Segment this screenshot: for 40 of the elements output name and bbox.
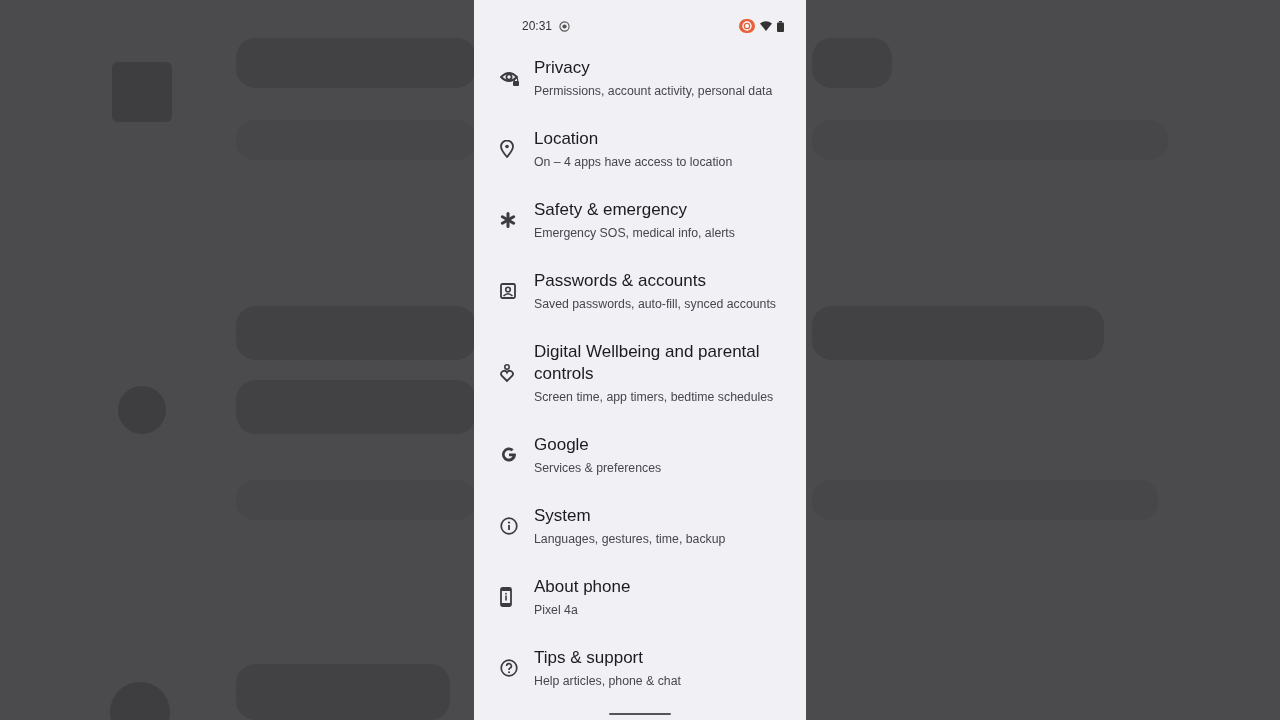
item-title: About phone xyxy=(534,575,631,598)
settings-item[interactable]: About phone Pixel 4a xyxy=(474,561,806,632)
item-title: Passwords & accounts xyxy=(534,269,707,292)
item-subtitle: Emergency SOS, medical info, alerts xyxy=(534,224,735,241)
item-subtitle: Services & preferences xyxy=(534,459,662,476)
battery-icon xyxy=(777,20,784,32)
settings-item[interactable]: Safety & emergency Emergency SOS, medical info, alerts xyxy=(474,184,806,255)
phone-info-icon xyxy=(500,586,512,607)
item-title: Location xyxy=(534,127,600,150)
map-pin-icon xyxy=(500,139,514,158)
item-subtitle: Saved passwords, auto-fill, synced accounts xyxy=(534,295,776,312)
status-time: 20:31 xyxy=(522,19,553,33)
person-heart-icon xyxy=(500,363,514,382)
account-box-icon xyxy=(500,282,516,299)
asterisk-icon xyxy=(500,211,516,228)
item-subtitle: Languages, gestures, time, backup xyxy=(534,530,726,547)
info-icon xyxy=(500,516,518,535)
wifi-icon xyxy=(760,21,772,31)
google-g-icon xyxy=(500,445,518,464)
record-dot-icon xyxy=(559,20,571,32)
settings-item[interactable]: Tips & support Help articles, phone & chat xyxy=(474,632,806,703)
item-title: Google xyxy=(534,433,590,456)
item-title: Tips & support xyxy=(534,646,644,669)
settings-item[interactable]: Privacy Permissions, account activity, personal data xyxy=(474,42,806,113)
item-subtitle: Permissions, account activity, personal data xyxy=(534,82,773,99)
item-subtitle: Screen time, app timers, bedtime schedules xyxy=(534,388,775,405)
item-subtitle: Pixel 4a xyxy=(534,601,579,618)
item-title: System xyxy=(534,504,592,527)
settings-item[interactable]: Location On – 4 apps have access to location xyxy=(474,113,806,184)
settings-item[interactable]: Passwords & accounts Saved passwords, auto-fill, synced accounts xyxy=(474,255,806,326)
item-subtitle: On – 4 apps have access to location xyxy=(534,153,733,170)
help-icon xyxy=(500,658,518,677)
gesture-handle[interactable] xyxy=(609,713,671,715)
item-title: Digital Wellbeing and parental controls xyxy=(534,340,761,385)
settings-item[interactable]: System Languages, gestures, time, backup xyxy=(474,490,806,561)
settings-item[interactable]: Digital Wellbeing and parental controls Screen time, app timers, bedtime schedules xyxy=(474,326,806,419)
item-subtitle: Help articles, phone & chat xyxy=(534,672,681,689)
item-title: Safety & emergency xyxy=(534,198,689,221)
item-title: Privacy xyxy=(534,56,591,79)
settings-item[interactable]: Google Services & preferences xyxy=(474,419,806,490)
